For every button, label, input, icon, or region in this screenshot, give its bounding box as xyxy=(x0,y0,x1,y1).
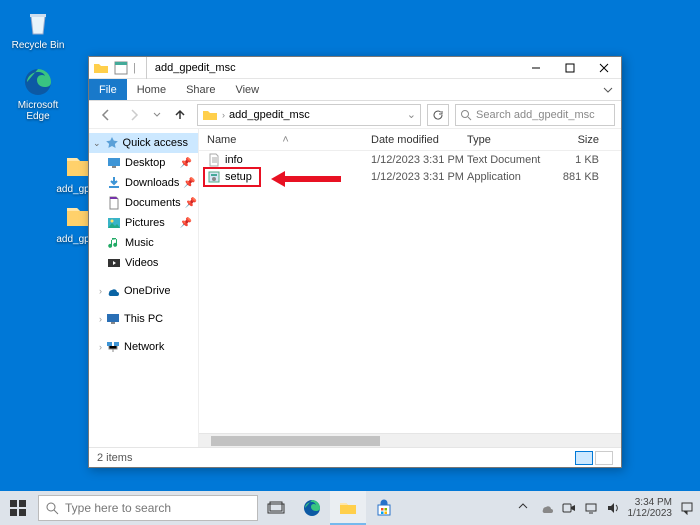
pin-icon: 📌 xyxy=(185,198,197,209)
col-date[interactable]: Date modified xyxy=(371,134,467,146)
taskbar-store[interactable] xyxy=(366,491,402,525)
recycle-bin-icon xyxy=(22,6,54,38)
documents-icon xyxy=(107,196,121,210)
nav-music[interactable]: Music xyxy=(89,233,198,253)
search-placeholder: Search add_gpedit_msc xyxy=(476,109,595,121)
address-bar[interactable]: › add_gpedit_msc ⌄ xyxy=(197,104,421,126)
star-icon xyxy=(105,136,119,150)
chevron-right-icon[interactable]: › xyxy=(222,110,225,120)
this-pc-icon xyxy=(106,312,120,326)
nav-desktop[interactable]: Desktop📌 xyxy=(89,153,198,173)
tab-view[interactable]: View xyxy=(225,79,269,100)
col-size[interactable]: Size xyxy=(555,134,605,146)
file-row-setup[interactable]: setup 1/12/2023 3:31 PM Application 881 … xyxy=(199,168,621,185)
horizontal-scrollbar[interactable] xyxy=(199,433,621,447)
back-button[interactable] xyxy=(95,104,117,126)
nav-this-pc[interactable]: › This PC xyxy=(89,309,198,329)
chevron-down-icon: ⌄ xyxy=(93,138,101,149)
music-icon xyxy=(107,236,121,250)
status-item-count: 2 items xyxy=(97,452,132,464)
status-bar: 2 items xyxy=(89,447,621,467)
refresh-button[interactable] xyxy=(427,104,449,126)
system-tray: 3:34 PM 1/12/2023 xyxy=(512,497,700,519)
sort-asc-icon: ˄ xyxy=(282,134,288,146)
col-type[interactable]: Type xyxy=(467,134,555,146)
folder-icon xyxy=(202,107,218,123)
tray-clock[interactable]: 3:34 PM 1/12/2023 xyxy=(628,497,673,519)
taskbar-search[interactable]: Type here to search xyxy=(38,495,258,521)
tray-volume-icon[interactable] xyxy=(606,501,620,515)
chevron-right-icon: › xyxy=(99,286,102,296)
address-bar-row: › add_gpedit_msc ⌄ Search add_gpedit_msc xyxy=(89,101,621,129)
forward-button[interactable] xyxy=(123,104,145,126)
title-bar[interactable]: | add_gpedit_msc xyxy=(89,57,621,79)
nav-quick-access[interactable]: ⌄ Quick access xyxy=(89,133,198,153)
tray-onedrive-icon[interactable] xyxy=(540,501,554,515)
start-button[interactable] xyxy=(0,491,36,525)
taskbar-edge[interactable] xyxy=(294,491,330,525)
text-file-icon xyxy=(207,153,221,167)
desktop-icon-recycle-bin[interactable]: Recycle Bin xyxy=(8,6,68,51)
properties-icon[interactable] xyxy=(113,60,129,76)
window-title: add_gpedit_msc xyxy=(146,57,236,79)
explorer-window: | add_gpedit_msc File Home Share View › … xyxy=(88,56,622,468)
qat-divider: | xyxy=(133,62,136,74)
minimize-button[interactable] xyxy=(519,57,553,79)
nav-pane: ⌄ Quick access Desktop📌 Downloads📌 Docum… xyxy=(89,129,199,447)
maximize-button[interactable] xyxy=(553,57,587,79)
tab-home[interactable]: Home xyxy=(127,79,176,100)
search-box[interactable]: Search add_gpedit_msc xyxy=(455,104,615,126)
downloads-icon xyxy=(107,176,121,190)
desktop-icon xyxy=(107,156,121,170)
desktop-icon-edge[interactable]: Microsoft Edge xyxy=(8,66,68,122)
close-button[interactable] xyxy=(587,57,621,79)
taskbar-explorer[interactable] xyxy=(330,491,366,525)
nav-network[interactable]: › Network xyxy=(89,337,198,357)
taskbar: Type here to search 3:34 PM 1/12/2023 xyxy=(0,491,700,525)
tab-file[interactable]: File xyxy=(89,79,127,100)
search-icon xyxy=(45,501,59,515)
tray-network-icon[interactable] xyxy=(584,501,598,515)
onedrive-icon xyxy=(106,284,120,298)
pin-icon: 📌 xyxy=(180,158,192,169)
pin-icon: 📌 xyxy=(183,178,195,189)
nav-downloads[interactable]: Downloads📌 xyxy=(89,173,198,193)
view-large-icons-button[interactable] xyxy=(595,451,613,465)
tray-chevron-icon[interactable] xyxy=(518,501,532,515)
annotation-highlight xyxy=(203,167,261,187)
tab-share[interactable]: Share xyxy=(176,79,225,100)
search-placeholder: Type here to search xyxy=(65,501,171,515)
ribbon-tabs: File Home Share View xyxy=(89,79,621,101)
edge-icon xyxy=(22,66,54,98)
file-row-info[interactable]: info 1/12/2023 3:31 PM Text Document 1 K… xyxy=(199,151,621,168)
pin-icon: 📌 xyxy=(180,218,192,229)
up-button[interactable] xyxy=(169,104,191,126)
folder-icon xyxy=(93,60,109,76)
nav-documents[interactable]: Documents📌 xyxy=(89,193,198,213)
chevron-down-icon[interactable]: ⌄ xyxy=(407,108,416,121)
nav-pictures[interactable]: Pictures📌 xyxy=(89,213,198,233)
task-view-button[interactable] xyxy=(258,491,294,525)
nav-onedrive[interactable]: › OneDrive xyxy=(89,281,198,301)
recent-locations-button[interactable] xyxy=(151,104,163,126)
view-details-button[interactable] xyxy=(575,451,593,465)
network-icon xyxy=(106,340,120,354)
nav-videos[interactable]: Videos xyxy=(89,253,198,273)
ribbon-expand-button[interactable] xyxy=(595,79,621,100)
chevron-right-icon: › xyxy=(99,314,102,324)
annotation-arrow xyxy=(271,169,341,189)
pictures-icon xyxy=(107,216,121,230)
column-headers[interactable]: Name ˄ Date modified Type Size xyxy=(199,129,621,151)
search-icon xyxy=(460,109,472,121)
col-name[interactable]: Name xyxy=(207,134,236,146)
tray-meet-now-icon[interactable] xyxy=(562,501,576,515)
videos-icon xyxy=(107,256,121,270)
breadcrumb-segment[interactable]: add_gpedit_msc xyxy=(229,109,310,121)
chevron-right-icon: › xyxy=(99,342,102,352)
tray-notifications-icon[interactable] xyxy=(680,501,694,515)
